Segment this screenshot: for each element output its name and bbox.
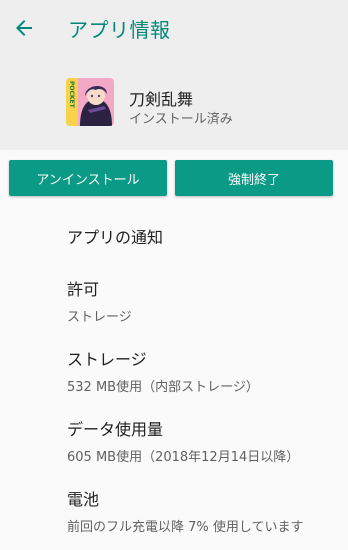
page-title: アプリ情報 — [68, 18, 171, 42]
app-bar: アプリ情報 — [0, 0, 348, 58]
app-icon-wordmark: POCKET — [68, 81, 75, 109]
storage-summary: 532 MB使用（内部ストレージ） — [67, 380, 259, 395]
battery-title: 電池 — [67, 490, 100, 509]
battery-summary: 前回のフル充電以降 7% 使用しています — [67, 520, 304, 535]
battery-setting[interactable]: 電池 前回のフル充電以降 7% 使用しています — [67, 486, 304, 535]
data-usage-summary: 605 MB使用（2018年12月14日以降） — [67, 450, 300, 465]
app-header: POCKET 刀剣乱舞 インストール済み — [0, 58, 348, 150]
permissions-title: 許可 — [67, 280, 100, 299]
storage-title: ストレージ — [67, 350, 147, 369]
notifications-title: アプリの通知 — [67, 228, 164, 247]
notifications-setting[interactable]: アプリの通知 — [67, 224, 163, 248]
data-usage-setting[interactable]: データ使用量 605 MB使用（2018年12月14日以降） — [67, 416, 299, 465]
force-stop-button[interactable]: 強制終了 — [175, 160, 333, 196]
data-usage-title: データ使用量 — [67, 420, 164, 439]
app-install-status: インストール済み — [129, 112, 233, 127]
permissions-setting[interactable]: 許可 ストレージ — [67, 276, 132, 325]
storage-setting[interactable]: ストレージ 532 MB使用（内部ストレージ） — [67, 346, 259, 395]
back-arrow-icon[interactable] — [12, 16, 36, 40]
app-icon: POCKET — [66, 78, 114, 126]
app-name: 刀剣乱舞 — [129, 90, 194, 109]
permissions-summary: ストレージ — [67, 310, 132, 325]
uninstall-button[interactable]: アンインストール — [9, 160, 167, 196]
